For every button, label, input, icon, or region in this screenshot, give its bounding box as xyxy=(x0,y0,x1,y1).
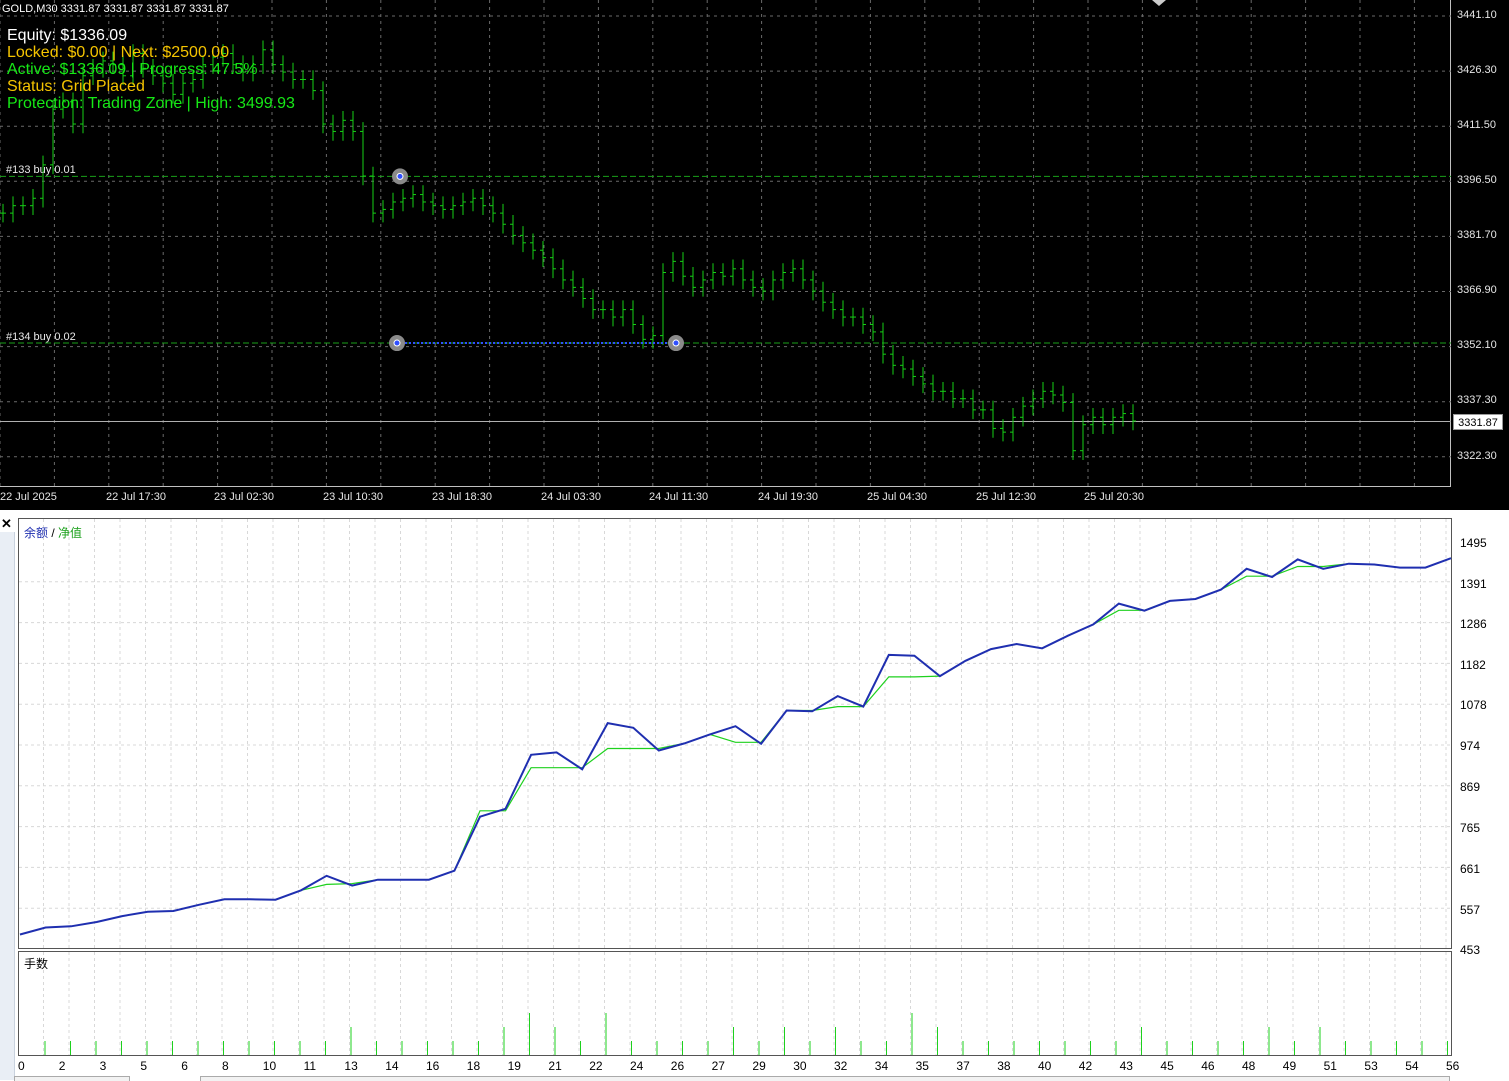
legend-separator: / xyxy=(48,526,59,540)
time-tick: 25 Jul 20:30 xyxy=(1084,491,1144,503)
x-tick: 19 xyxy=(507,1059,521,1073)
order-label-133: #133 buy 0.01 xyxy=(6,164,76,176)
y-tick: 1495 xyxy=(1460,536,1487,550)
x-tick: 22 xyxy=(589,1059,603,1073)
price-tick: 3426.30 xyxy=(1457,64,1497,76)
trade-marker-dot xyxy=(672,339,680,347)
time-tick: 23 Jul 18:30 xyxy=(432,491,492,503)
panel-side-strip xyxy=(0,532,15,1080)
equity-text: Equity: $1336.09 xyxy=(7,27,128,44)
y-tick: 869 xyxy=(1460,780,1481,794)
x-tick: 10 xyxy=(262,1059,277,1073)
x-tick: 40 xyxy=(1038,1059,1052,1073)
x-tick: 21 xyxy=(548,1059,562,1073)
x-tick: 56 xyxy=(1446,1059,1460,1073)
time-tick: 25 Jul 12:30 xyxy=(976,491,1036,503)
volume-title: 手数 xyxy=(24,957,49,971)
x-tick: 27 xyxy=(711,1059,725,1073)
x-tick: 11 xyxy=(303,1059,317,1073)
x-tick: 6 xyxy=(181,1059,188,1073)
y-tick: 1182 xyxy=(1460,658,1486,672)
x-tick: 37 xyxy=(956,1059,970,1073)
x-tick: 49 xyxy=(1282,1059,1297,1073)
x-tick: 3 xyxy=(99,1059,107,1073)
time-tick: 24 Jul 19:30 xyxy=(758,491,818,503)
x-tick: 16 xyxy=(426,1059,440,1073)
order-label-134: #134 buy 0.02 xyxy=(6,331,76,343)
status-text: Status: Grid Placed xyxy=(7,78,145,95)
legend-equity: 净值 xyxy=(58,526,83,540)
time-tick: 24 Jul 11:30 xyxy=(649,491,709,503)
x-tick: 0 xyxy=(18,1059,25,1073)
legend-balance: 余额 xyxy=(24,526,49,540)
symbol-title: GOLD,M30 3331.87 3331.87 3331.87 3331.87 xyxy=(2,3,229,15)
y-tick: 1391 xyxy=(1460,577,1487,591)
y-tick: 1078 xyxy=(1460,698,1487,712)
x-tick: 8 xyxy=(222,1059,229,1073)
x-tick: 38 xyxy=(997,1059,1011,1073)
price-tick: 3366.90 xyxy=(1457,284,1497,296)
x-tick: 51 xyxy=(1323,1059,1337,1073)
x-tick: 13 xyxy=(344,1059,358,1073)
trade-marker-dot xyxy=(396,172,404,180)
ea-info-overlay: Equity: $1336.09 Locked: $0.00 | Next: $… xyxy=(7,27,295,112)
x-tick: 43 xyxy=(1119,1059,1133,1073)
x-tick: 48 xyxy=(1242,1059,1256,1073)
graph-legend: 余额 / 净值 xyxy=(24,524,82,541)
time-tick: 24 Jul 03:30 xyxy=(541,491,601,503)
chart-shift-marker-icon[interactable] xyxy=(1152,0,1166,6)
bottom-scrollbar[interactable] xyxy=(200,1076,1450,1081)
balance-area-frame xyxy=(18,518,1452,949)
x-tick: 34 xyxy=(874,1059,889,1073)
current-price-badge: 3331.87 xyxy=(1453,414,1503,430)
x-tick: 42 xyxy=(1078,1059,1093,1073)
y-tick: 1286 xyxy=(1460,617,1487,631)
price-tick: 3396.50 xyxy=(1457,174,1497,186)
time-tick: 22 Jul 17:30 xyxy=(106,491,166,503)
x-tick: 53 xyxy=(1364,1059,1378,1073)
close-icon[interactable]: ✕ xyxy=(1,516,12,532)
locked-text: Locked: $0.00 | Next: $2500.00 xyxy=(7,44,230,61)
time-tick: 23 Jul 10:30 xyxy=(323,491,383,503)
x-tick: 29 xyxy=(752,1059,766,1073)
balance-equity-graph[interactable] xyxy=(18,518,1454,1063)
time-tick: 25 Jul 04:30 xyxy=(867,491,927,503)
active-text: Active: $1336.09 | Progress: 47.5% xyxy=(7,61,258,78)
trade-marker-dot xyxy=(393,339,401,347)
x-tick: 45 xyxy=(1160,1059,1174,1073)
price-chart-panel[interactable]: GOLD,M30 3331.87 3331.87 3331.87 3331.87… xyxy=(0,0,1509,510)
x-tick: 18 xyxy=(466,1059,481,1073)
x-tick: 14 xyxy=(385,1059,399,1073)
x-tick: 32 xyxy=(834,1059,848,1073)
price-tick: 3322.30 xyxy=(1457,450,1497,462)
x-tick: 46 xyxy=(1201,1059,1215,1073)
price-tick: 3441.10 xyxy=(1457,9,1497,21)
y-tick: 661 xyxy=(1460,862,1481,876)
x-tick: 35 xyxy=(915,1059,929,1073)
y-tick: 765 xyxy=(1460,821,1481,835)
x-tick: 30 xyxy=(793,1059,807,1073)
y-tick: 557 xyxy=(1460,903,1481,917)
price-tick: 3352.10 xyxy=(1457,339,1497,351)
price-tick: 3381.70 xyxy=(1457,229,1497,241)
y-tick: 453 xyxy=(1460,943,1481,957)
time-tick: 22 Jul 2025 xyxy=(0,491,57,503)
price-tick: 3337.30 xyxy=(1457,394,1497,406)
tester-graph-panel: ✕ 余额 / 净值 手数 1495 1391 1286 1182 1078 97… xyxy=(0,510,1509,1081)
x-tick: 26 xyxy=(670,1059,685,1073)
x-tick: 54 xyxy=(1405,1059,1419,1073)
volume-area-frame xyxy=(18,951,1452,1056)
y-tick: 974 xyxy=(1460,739,1481,753)
time-tick: 23 Jul 02:30 xyxy=(214,491,274,503)
protection-text: Protection: Trading Zone | High: 3499.93 xyxy=(7,95,295,112)
x-tick: 2 xyxy=(58,1059,66,1073)
x-tick: 24 xyxy=(630,1059,644,1073)
x-tick: 5 xyxy=(140,1059,148,1073)
bottom-tab-left[interactable] xyxy=(14,1076,130,1081)
price-tick: 3411.50 xyxy=(1457,119,1496,131)
